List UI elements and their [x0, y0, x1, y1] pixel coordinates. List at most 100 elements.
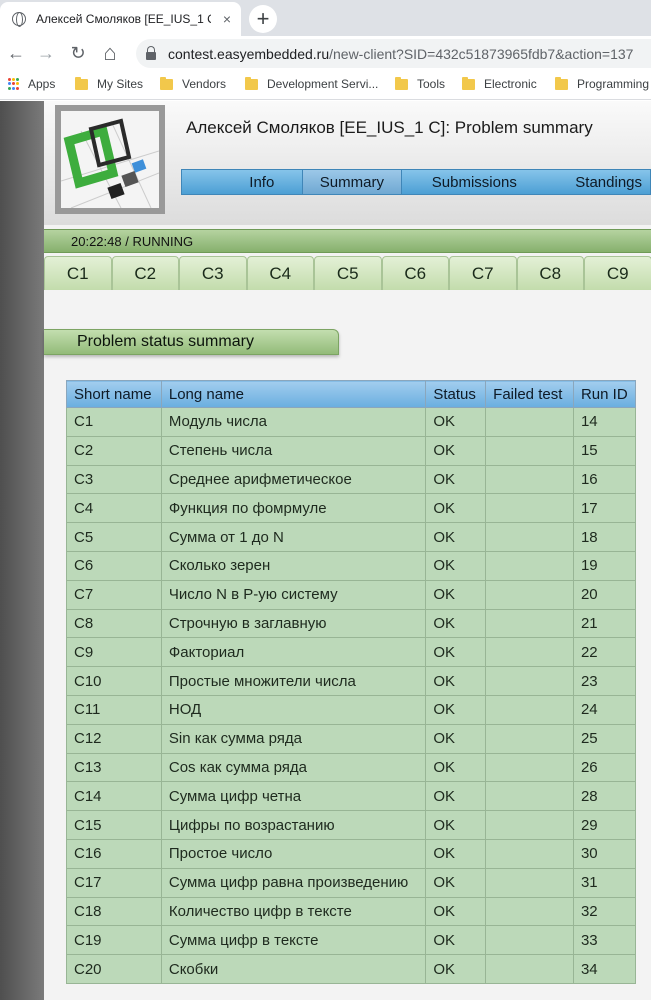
short-name-cell[interactable]: C12	[66, 723, 162, 754]
run-id-cell[interactable]: 16	[572, 464, 637, 495]
nav-standings[interactable]: Standings	[546, 170, 650, 194]
lock-icon[interactable]	[146, 45, 156, 60]
short-name-cell[interactable]: C4	[66, 493, 162, 524]
run-id-cell[interactable]: 17	[572, 493, 637, 524]
run-id-cell[interactable]: 34	[572, 954, 637, 984]
run-id-cell[interactable]: 14	[572, 407, 637, 437]
short-name-cell[interactable]: C9	[66, 637, 162, 668]
reload-icon[interactable]: ↻	[66, 41, 90, 65]
run-id-cell[interactable]: 28	[572, 781, 637, 812]
failed-test-cell	[485, 867, 574, 898]
short-name-cell[interactable]: C2	[66, 435, 162, 466]
short-name-cell[interactable]: C18	[66, 896, 162, 927]
run-id-cell[interactable]: 24	[572, 694, 637, 725]
table-row: C3 Среднее арифметическое OK 16	[66, 464, 637, 495]
problem-tab-c5[interactable]: C5	[314, 256, 382, 290]
globe-icon	[12, 12, 26, 27]
bookmark-electronic[interactable]: Electronic	[462, 76, 537, 91]
forward-icon[interactable]: →	[34, 41, 58, 65]
problem-tab-c4[interactable]: C4	[246, 256, 314, 290]
short-name-cell[interactable]: C19	[66, 925, 162, 956]
bookmark-apps[interactable]: Apps	[8, 77, 55, 91]
folder-icon	[245, 76, 258, 90]
run-id-cell[interactable]: 20	[572, 579, 637, 610]
long-name-cell: Цифры по возрастанию	[160, 810, 427, 840]
status-cell: OK	[425, 694, 487, 725]
status-cell: OK	[425, 723, 487, 754]
short-name-cell[interactable]: C13	[66, 752, 162, 783]
table-body: C1 Модуль числа OK 14 C2 Степень числа OK 15 C3 С…	[66, 407, 637, 984]
bookmark-programming[interactable]: Programming	[555, 76, 649, 91]
short-name-cell[interactable]: C7	[66, 579, 162, 610]
long-name-cell: Сколько зерен	[160, 550, 427, 581]
run-id-cell[interactable]: 25	[572, 723, 637, 754]
long-name-cell: Сумма от 1 до N	[160, 522, 427, 552]
status-cell: OK	[425, 435, 487, 466]
problem-tab-c9[interactable]: C9	[584, 256, 651, 290]
table-row: C20 Скобки OK 34	[66, 954, 637, 984]
short-name-cell[interactable]: C1	[66, 407, 162, 437]
status-cell: OK	[425, 522, 487, 552]
table-row: C8 Строчную в заглавную OK 21	[66, 608, 637, 639]
contest-status-bar: 20:22:48 / RUNNING	[44, 229, 651, 253]
close-tab-icon[interactable]: ×	[223, 11, 231, 27]
run-id-cell[interactable]: 22	[572, 637, 637, 668]
run-id-cell[interactable]: 26	[572, 752, 637, 783]
server-time: 20:22:48	[71, 233, 122, 249]
bookmark-label: Vendors	[182, 77, 227, 91]
short-name-cell[interactable]: C8	[66, 608, 162, 639]
short-name-cell[interactable]: C11	[66, 694, 162, 725]
browser-tab[interactable]: Алексей Смоляков [EE_IUS_1 C]: ×	[0, 2, 241, 36]
problem-tab-c8[interactable]: C8	[516, 256, 584, 290]
run-id-cell[interactable]: 29	[572, 810, 637, 840]
bookmark-vendors[interactable]: Vendors	[160, 76, 227, 91]
problem-tab-c2[interactable]: C2	[111, 256, 179, 290]
new-tab-button[interactable]: +	[249, 5, 277, 33]
short-name-cell[interactable]: C3	[66, 464, 162, 495]
short-name-cell[interactable]: C5	[66, 522, 162, 552]
status-cell: OK	[425, 838, 487, 869]
run-id-cell[interactable]: 31	[572, 867, 637, 898]
column-header: Status	[425, 380, 487, 408]
problem-tab-c3[interactable]: C3	[179, 256, 247, 290]
table-row: C9 Факториал OK 22	[66, 637, 637, 668]
short-name-cell[interactable]: C14	[66, 781, 162, 812]
short-name-cell[interactable]: C20	[66, 954, 162, 984]
short-name-cell[interactable]: C10	[66, 666, 162, 696]
nav-submissions[interactable]: Submissions	[402, 170, 546, 194]
table-row: C17 Сумма цифр равна произведению OK 31	[66, 867, 637, 898]
run-id-cell[interactable]: 33	[572, 925, 637, 956]
status-cell: OK	[425, 666, 487, 696]
short-name-cell[interactable]: C17	[66, 867, 162, 898]
failed-test-cell	[485, 694, 574, 725]
failed-test-cell	[485, 637, 574, 668]
bookmark-my-sites[interactable]: My Sites	[75, 76, 144, 91]
folder-icon	[555, 76, 568, 90]
long-name-cell: Простые множители числа	[160, 666, 427, 696]
run-id-cell[interactable]: 21	[572, 608, 637, 639]
nav-info[interactable]: Info	[182, 170, 302, 194]
folder-icon	[160, 76, 173, 90]
run-id-cell[interactable]: 32	[572, 896, 637, 927]
run-id-cell[interactable]: 30	[572, 838, 637, 869]
bookmark-label: My Sites	[97, 77, 144, 91]
problem-tab-c7[interactable]: C7	[449, 256, 517, 290]
address-bar[interactable]: contest.easyembedded.ru/new-client?SID=4…	[136, 39, 651, 68]
run-id-cell[interactable]: 23	[572, 666, 637, 696]
run-id-cell[interactable]: 19	[572, 550, 637, 581]
short-name-cell[interactable]: C15	[66, 810, 162, 840]
failed-test-cell	[485, 838, 574, 869]
nav-summary[interactable]: Summary	[301, 170, 403, 194]
bookmark-tools[interactable]: Tools	[395, 76, 445, 91]
problem-tab-c1[interactable]: C1	[44, 256, 112, 290]
problem-tab-c6[interactable]: C6	[381, 256, 449, 290]
short-name-cell[interactable]: C16	[66, 838, 162, 869]
run-id-cell[interactable]: 15	[572, 435, 637, 466]
home-icon[interactable]: ⌂	[98, 40, 122, 65]
bookmarks-bar: Apps My Sites Vendors Development Servi.…	[0, 70, 651, 100]
bookmark-development-servers[interactable]: Development Servi...	[245, 76, 378, 91]
run-id-cell[interactable]: 18	[572, 522, 637, 552]
folder-icon	[395, 76, 408, 90]
back-icon[interactable]: ←	[4, 41, 28, 65]
short-name-cell[interactable]: C6	[66, 550, 162, 581]
